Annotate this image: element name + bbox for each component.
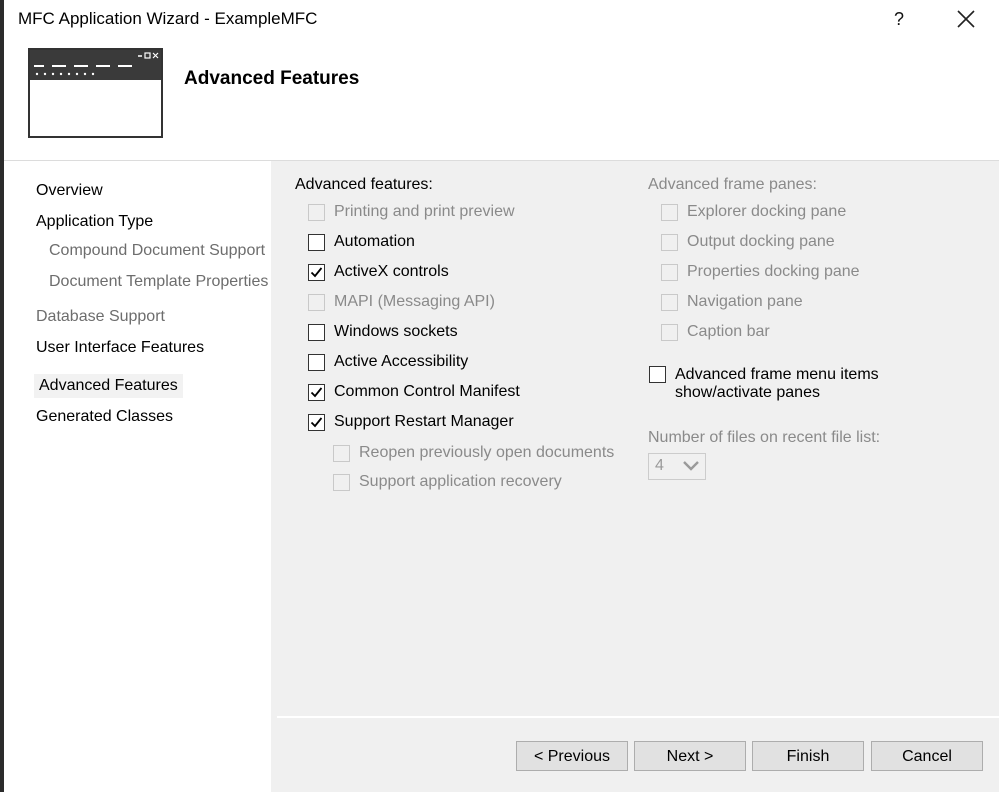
option-label: Reopen previously open documents xyxy=(359,444,615,461)
chevron-down-icon xyxy=(683,461,699,471)
nav-item-document-template-properties[interactable]: Document Template Properties xyxy=(49,273,268,291)
frame-panes-heading: Advanced frame panes: xyxy=(648,176,817,193)
nav-item-compound-document-support[interactable]: Compound Document Support xyxy=(49,242,265,260)
wizard-window-icon xyxy=(28,48,163,138)
checkbox[interactable] xyxy=(661,293,678,311)
checkbox[interactable] xyxy=(308,233,325,251)
nav-item-overview[interactable]: Overview xyxy=(36,182,103,200)
close-icon xyxy=(957,10,975,28)
option-windows-sockets[interactable]: Windows sockets xyxy=(308,321,458,343)
close-button[interactable] xyxy=(954,6,978,32)
nav-item-database-support[interactable]: Database Support xyxy=(36,308,165,326)
option-label: Properties docking pane xyxy=(687,263,860,280)
recent-files-value: 4 xyxy=(655,457,664,474)
option-explorer-docking-pane[interactable]: Explorer docking pane xyxy=(661,201,846,223)
checkbox[interactable] xyxy=(308,353,325,371)
checkbox[interactable] xyxy=(308,293,325,311)
recent-files-select[interactable]: 4 xyxy=(648,453,706,480)
advanced-features-heading: Advanced features: xyxy=(295,176,433,193)
checkbox[interactable] xyxy=(308,323,325,341)
page-title: Advanced Features xyxy=(184,68,360,89)
checkbox[interactable] xyxy=(308,383,325,401)
nav-item-application-type[interactable]: Application Type xyxy=(36,213,153,231)
option-label: Output docking pane xyxy=(687,233,835,250)
wizard-nav: Overview Application Type Compound Docum… xyxy=(4,161,271,792)
wizard-header: Advanced Features xyxy=(4,38,999,161)
checkbox[interactable] xyxy=(308,413,325,431)
option-output-docking-pane[interactable]: Output docking pane xyxy=(661,231,835,253)
option-label: Support Restart Manager xyxy=(334,413,514,430)
checkbox[interactable] xyxy=(661,233,678,251)
checkmark-icon xyxy=(310,266,323,277)
option-label: Support application recovery xyxy=(359,473,562,490)
option-properties-docking-pane[interactable]: Properties docking pane xyxy=(661,261,860,283)
option-label: Printing and print preview xyxy=(334,203,515,220)
option-reopen-previously-open-documents[interactable]: Reopen previously open documents xyxy=(333,442,614,464)
option-label: Navigation pane xyxy=(687,293,803,310)
option-label: Explorer docking pane xyxy=(687,203,847,220)
option-active-accessibility[interactable]: Active Accessibility xyxy=(308,351,468,373)
option-label: Common Control Manifest xyxy=(334,383,520,400)
option-mapi[interactable]: MAPI (Messaging API) xyxy=(308,291,495,313)
option-activex-controls[interactable]: ActiveX controls xyxy=(308,261,449,283)
option-advanced-frame-menu-items[interactable]: Advanced frame menu items show/activate … xyxy=(649,366,905,404)
option-label: Windows sockets xyxy=(334,323,458,340)
checkbox[interactable] xyxy=(308,203,325,221)
nav-item-user-interface-features[interactable]: User Interface Features xyxy=(36,339,204,357)
checkbox[interactable] xyxy=(661,323,678,341)
checkbox[interactable] xyxy=(308,263,325,281)
option-support-application-recovery[interactable]: Support application recovery xyxy=(333,471,562,493)
option-printing-print-preview[interactable]: Printing and print preview xyxy=(308,201,515,223)
option-label: Automation xyxy=(334,233,415,250)
option-navigation-pane[interactable]: Navigation pane xyxy=(661,291,803,313)
help-button[interactable]: ? xyxy=(888,7,910,31)
nav-item-generated-classes[interactable]: Generated Classes xyxy=(36,408,173,426)
checkbox[interactable] xyxy=(649,366,666,383)
checkmark-icon xyxy=(310,386,323,397)
option-label: Active Accessibility xyxy=(334,353,469,370)
checkbox[interactable] xyxy=(333,473,350,491)
nav-item-advanced-features[interactable]: Advanced Features xyxy=(34,374,183,398)
option-label: ActiveX controls xyxy=(334,263,449,280)
previous-button[interactable]: < Previous xyxy=(516,741,628,771)
option-label: MAPI (Messaging API) xyxy=(334,293,495,310)
option-caption-bar[interactable]: Caption bar xyxy=(661,321,770,343)
option-label: Caption bar xyxy=(687,323,770,340)
checkbox[interactable] xyxy=(333,444,350,462)
finish-button[interactable]: Finish xyxy=(752,741,864,771)
cancel-button[interactable]: Cancel xyxy=(871,741,983,771)
recent-files-label: Number of files on recent file list: xyxy=(648,429,881,446)
checkmark-icon xyxy=(310,416,323,427)
checkbox[interactable] xyxy=(661,263,678,281)
option-common-control-manifest[interactable]: Common Control Manifest xyxy=(308,381,520,403)
option-automation[interactable]: Automation xyxy=(308,231,415,253)
window-title: MFC Application Wizard - ExampleMFC xyxy=(18,9,318,28)
option-label: Advanced frame menu items show/activate … xyxy=(675,366,879,401)
option-support-restart-manager[interactable]: Support Restart Manager xyxy=(308,411,514,433)
next-button[interactable]: Next > xyxy=(634,741,746,771)
checkbox[interactable] xyxy=(661,203,678,221)
title-bar: MFC Application Wizard - ExampleMFC ? xyxy=(4,0,999,38)
